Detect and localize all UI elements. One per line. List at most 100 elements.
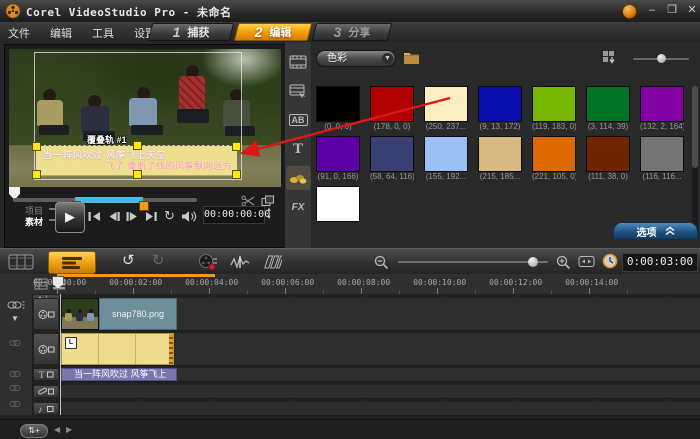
ripple-edit-master-icon[interactable] [7, 300, 25, 310]
storyboard-view-button[interactable] [8, 254, 34, 270]
color-swatch[interactable] [370, 86, 414, 122]
library-panel: 色彩 ▼ (0, 0, 0)(178, 0, 0)(250, 237...(9,… [311, 42, 700, 248]
swap-tracks-button[interactable]: ⇅+ [20, 424, 48, 438]
resize-handle[interactable] [32, 142, 41, 151]
undo-button[interactable]: ↺ [122, 253, 135, 269]
video-clip-thumbnail[interactable] [61, 298, 99, 330]
timeline-view-button[interactable] [48, 251, 96, 274]
timeline-timecode[interactable]: 0:00:03:00 [622, 253, 698, 272]
color-swatch[interactable] [316, 136, 360, 172]
play-button[interactable]: ▶ [55, 202, 85, 233]
graphic-button[interactable] [286, 166, 310, 190]
maximize-button[interactable]: ❐ [664, 4, 680, 18]
timecode-spinner[interactable]: ▲▼ [266, 206, 272, 222]
auto-music-button[interactable] [262, 255, 282, 269]
gallery-dropdown-value: 色彩 [327, 53, 347, 64]
color-swatch-label: (116, 116... [640, 172, 684, 182]
title-clip[interactable]: 当一阵风吹过 风筝飞上 [61, 368, 177, 381]
subtitle-color-clip[interactable]: 当一阵风吹过 风筝飞上天空 飞了 像断了线的风筝飘向远方 [36, 145, 237, 176]
library-scrollbar[interactable] [692, 86, 698, 238]
close-button[interactable]: ✕ [684, 4, 700, 18]
color-swatch[interactable] [640, 86, 684, 122]
color-swatch[interactable] [586, 86, 630, 122]
clip-mode-label[interactable]: 素材 [25, 215, 43, 228]
overlay-color-clip[interactable]: L [61, 333, 174, 365]
thumbnail-size-slider[interactable] [633, 58, 689, 60]
app-logo-icon [622, 4, 637, 19]
overlay-track-button[interactable] [33, 333, 59, 365]
music-track-button[interactable]: ♪ [33, 402, 59, 415]
scroll-right-icon[interactable]: ▶ [66, 425, 72, 434]
timeline-zoom-slider[interactable] [398, 261, 548, 263]
redo-button[interactable]: ↻ [152, 253, 165, 269]
tab-edit[interactable]: 2编辑 [236, 23, 310, 41]
resize-handle[interactable] [32, 170, 41, 179]
zoom-in-icon[interactable] [556, 255, 571, 270]
ruler-label: 00:00:14:00 [565, 278, 618, 287]
ripple-edit-toggle-icon[interactable] [9, 400, 21, 408]
color-swatch[interactable] [640, 136, 684, 172]
add-media-folder-icon[interactable] [403, 50, 420, 65]
color-swatch[interactable] [424, 86, 468, 122]
playhead-line [60, 294, 61, 415]
filter-button[interactable]: FX [286, 195, 310, 219]
collapse-arrow-icon[interactable]: ▼ [11, 314, 19, 323]
color-swatch[interactable] [316, 186, 360, 222]
title-button[interactable]: T [286, 137, 310, 161]
color-swatch[interactable] [586, 136, 630, 172]
go-to-end-button[interactable] [144, 210, 159, 223]
color-swatch[interactable] [532, 86, 576, 122]
transition-button[interactable]: AB [286, 108, 310, 132]
color-swatch[interactable] [424, 136, 468, 172]
trim-bar[interactable] [13, 198, 197, 202]
go-to-start-button[interactable] [87, 210, 102, 223]
scroll-left-icon[interactable]: ◀ [54, 425, 60, 434]
menu-item[interactable]: 编辑 [50, 25, 72, 41]
resize-handle[interactable] [133, 170, 142, 179]
title-track-button[interactable]: T [33, 368, 59, 381]
slider-knob[interactable] [657, 54, 666, 63]
menu-item[interactable]: 文件 [8, 25, 30, 41]
instant-project-button[interactable] [286, 79, 310, 103]
video-track-button[interactable] [33, 298, 59, 330]
resize-handle[interactable] [133, 141, 142, 150]
color-swatch-label: (155, 192... [424, 172, 468, 182]
ripple-edit-toggle-icon[interactable] [9, 384, 21, 392]
previous-frame-button[interactable] [106, 210, 121, 223]
color-swatch[interactable] [370, 136, 414, 172]
color-swatch[interactable] [478, 86, 522, 122]
record-capture-button[interactable] [198, 253, 218, 271]
media-button[interactable] [286, 50, 310, 74]
color-swatch[interactable] [316, 86, 360, 122]
music-track-row[interactable] [60, 402, 700, 416]
color-swatch[interactable] [532, 136, 576, 172]
video-clip[interactable]: snap780.png [99, 298, 177, 330]
volume-button[interactable] [181, 210, 196, 223]
options-button[interactable]: 选项 [613, 222, 698, 240]
zoom-out-icon[interactable] [374, 255, 389, 270]
scrollbar-thumb[interactable] [692, 86, 698, 168]
menu-item[interactable]: 工具 [92, 25, 114, 41]
resize-handle[interactable] [232, 170, 241, 179]
sound-mixer-button[interactable] [230, 255, 250, 269]
ripple-edit-toggle-icon[interactable] [9, 339, 21, 347]
overlay-trim-handle[interactable] [169, 334, 173, 364]
repeat-button[interactable]: ↻ [164, 208, 179, 221]
ripple-edit-toggle-icon[interactable] [9, 370, 21, 378]
color-swatch-label: (119, 183, 0) [532, 122, 576, 132]
tab-share[interactable]: 3分享 [314, 23, 390, 41]
sort-icon[interactable] [602, 50, 618, 65]
preview-timecode[interactable]: 00:00:00:00 [203, 206, 265, 224]
fit-project-in-window-icon[interactable] [578, 255, 595, 268]
slider-knob[interactable] [528, 257, 538, 267]
project-duration-clock-icon[interactable] [602, 253, 618, 269]
timeline-ruler[interactable]: 00:00:00:0000:00:02:0000:00:04:0000:00:0… [0, 274, 700, 295]
minimize-button[interactable]: – [644, 4, 660, 18]
gallery-dropdown[interactable]: 色彩 ▼ [316, 50, 396, 67]
voice-track-button[interactable] [33, 385, 59, 398]
color-swatch[interactable] [478, 136, 522, 172]
tab-capture[interactable]: 1捕获 [150, 23, 232, 41]
resize-handle[interactable] [232, 142, 241, 151]
next-frame-button[interactable] [125, 210, 140, 223]
voice-track-row[interactable] [60, 385, 700, 399]
